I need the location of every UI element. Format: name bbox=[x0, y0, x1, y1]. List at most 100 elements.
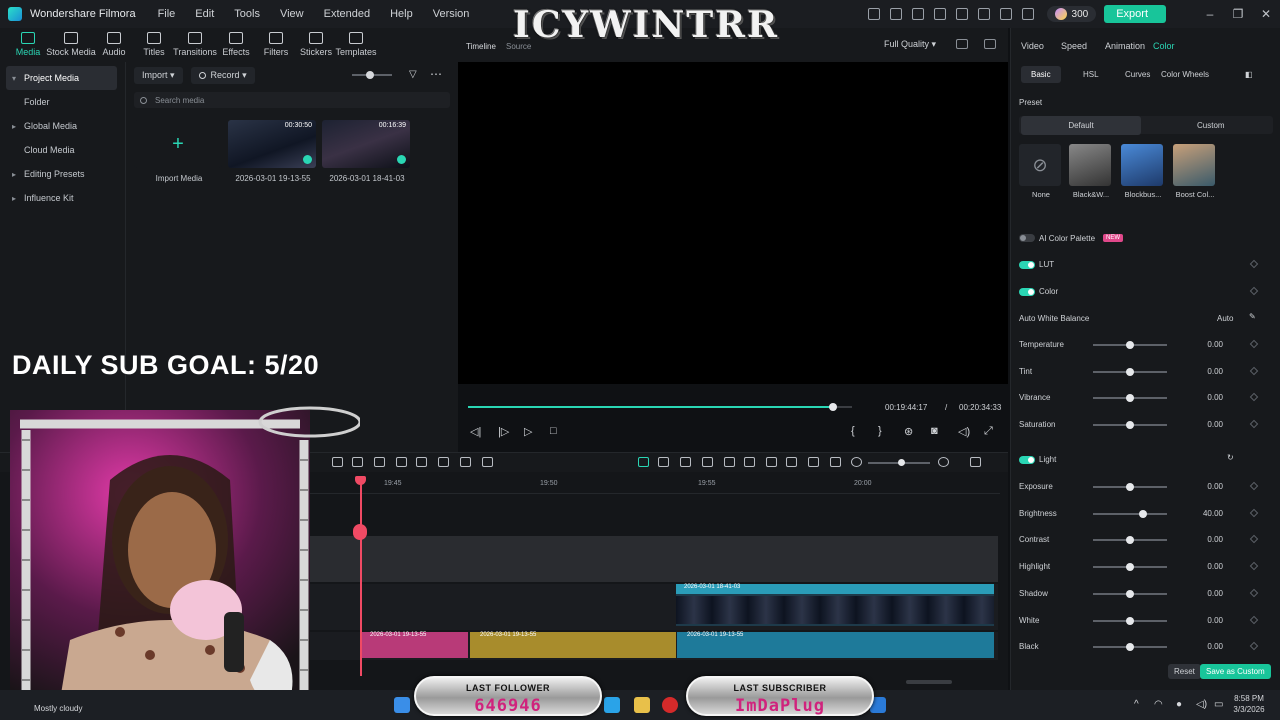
audio-clip[interactable]: 2026-03-01 19-13-55 bbox=[677, 632, 994, 658]
slider-handle[interactable] bbox=[1126, 421, 1134, 430]
menu-edit[interactable]: Edit bbox=[195, 8, 214, 20]
video-clip[interactable]: 2026-03-01 18-41-03 bbox=[676, 584, 994, 626]
gear-icon[interactable] bbox=[999, 8, 1012, 20]
slider-value[interactable]: 0.00 bbox=[1191, 420, 1223, 429]
keyframe-icon[interactable] bbox=[1249, 259, 1259, 269]
ai-palette-toggle[interactable] bbox=[1019, 234, 1035, 242]
preset-boost-color[interactable]: Boost Col... bbox=[1173, 144, 1217, 199]
menu-tools[interactable]: Tools bbox=[234, 8, 260, 20]
slider-value[interactable]: 0.00 bbox=[1191, 562, 1223, 571]
credits-badge[interactable]: 300 bbox=[1046, 6, 1097, 22]
slider-handle[interactable] bbox=[1126, 589, 1134, 598]
tool-templates[interactable]: Templates bbox=[335, 28, 377, 62]
opera-icon[interactable] bbox=[662, 697, 678, 713]
color-toggle[interactable] bbox=[1019, 288, 1035, 296]
sidebar-item-influence-kit[interactable]: ▸ Influence Kit bbox=[0, 186, 125, 210]
slider-handle[interactable] bbox=[1139, 509, 1148, 518]
keyframe-icon[interactable] bbox=[1249, 339, 1259, 349]
step-play-icon[interactable]: |▷ bbox=[498, 425, 509, 438]
prev-frame-icon[interactable]: ◁| bbox=[470, 425, 481, 438]
keyframe-icon[interactable] bbox=[1249, 508, 1259, 517]
bell-icon[interactable] bbox=[1021, 8, 1034, 20]
menu-view[interactable]: View bbox=[280, 8, 304, 20]
exposure-slider[interactable] bbox=[1093, 483, 1167, 491]
preset-tab-custom[interactable]: Custom bbox=[1197, 121, 1225, 130]
brightness-slider[interactable] bbox=[1093, 509, 1167, 518]
tab-video[interactable]: Video bbox=[1021, 41, 1044, 51]
battery-icon[interactable]: ▭ bbox=[1214, 699, 1223, 710]
sidebar-item-editing-presets[interactable]: ▸ Editing Presets bbox=[0, 162, 125, 186]
keyframe-icon[interactable] bbox=[1249, 588, 1259, 598]
slider-handle[interactable] bbox=[1126, 536, 1134, 545]
playhead[interactable] bbox=[360, 478, 362, 676]
audio-clip[interactable]: 2026-03-01 19-13-55 bbox=[360, 632, 468, 658]
wifi-icon[interactable]: ◠ bbox=[1154, 699, 1163, 710]
slider-value[interactable]: 0.00 bbox=[1191, 589, 1223, 598]
zoom-icon[interactable] bbox=[374, 457, 385, 467]
close-icon[interactable]: ✕ bbox=[1252, 7, 1280, 21]
snapshot-icon[interactable] bbox=[984, 39, 996, 49]
import-dropdown[interactable]: Import ▾ bbox=[134, 66, 183, 84]
slider-value[interactable]: 0.00 bbox=[1191, 340, 1223, 349]
send-icon[interactable] bbox=[889, 8, 902, 20]
keyframe-icon[interactable] bbox=[1249, 286, 1259, 296]
fullscreen-icon[interactable]: ⤢ bbox=[984, 425, 993, 438]
subtab-color-wheels[interactable]: Color Wheels bbox=[1161, 70, 1209, 79]
menu-help[interactable]: Help bbox=[390, 8, 413, 20]
restore-icon[interactable]: ❐ bbox=[1224, 7, 1252, 21]
slider-handle[interactable] bbox=[1126, 394, 1134, 403]
preview-screen[interactable] bbox=[458, 62, 1008, 384]
microphone-tray-icon[interactable]: ● bbox=[1176, 699, 1182, 710]
keyframe-icon[interactable] bbox=[1249, 481, 1259, 491]
highlight-slider[interactable] bbox=[1093, 563, 1167, 572]
timeline-zoom-slider[interactable] bbox=[868, 459, 930, 466]
audio-clip[interactable]: 2026-03-01 19-13-55 bbox=[470, 632, 676, 658]
timeline-scrollbar[interactable] bbox=[906, 680, 952, 684]
windows-start-icon[interactable] bbox=[394, 697, 410, 713]
file-explorer-icon[interactable] bbox=[634, 697, 650, 713]
timeline-ruler[interactable]: 19:45 19:50 19:55 20:00 bbox=[310, 472, 1000, 494]
keyframe-icon[interactable] bbox=[1249, 615, 1259, 624]
keyframe-icon[interactable] bbox=[1249, 641, 1259, 651]
import-media-tile[interactable]: + Import Media bbox=[134, 120, 224, 183]
copilot-icon[interactable] bbox=[604, 697, 620, 713]
layout-grid-icon[interactable] bbox=[970, 457, 981, 467]
slider-value[interactable]: 0.00 bbox=[1191, 367, 1223, 376]
eyedropper-icon[interactable]: ✎ bbox=[1249, 312, 1256, 321]
menu-extended[interactable]: Extended bbox=[324, 8, 370, 20]
sidebar-item-folder[interactable]: Folder bbox=[0, 90, 125, 114]
export-button[interactable]: Export bbox=[1104, 5, 1166, 23]
marker-icon[interactable] bbox=[744, 457, 755, 467]
white-slider[interactable] bbox=[1093, 616, 1167, 625]
slider-handle[interactable] bbox=[1126, 341, 1134, 349]
grid-icon[interactable] bbox=[956, 39, 968, 49]
slider-handle[interactable] bbox=[1126, 563, 1134, 572]
slider-handle[interactable] bbox=[1126, 643, 1134, 652]
weather-widget[interactable]: Mostly cloudy bbox=[34, 704, 82, 713]
slider-handle[interactable] bbox=[1126, 367, 1134, 376]
reset-light-icon[interactable]: ↻ bbox=[1227, 453, 1234, 462]
transition-tl-icon[interactable] bbox=[702, 457, 713, 467]
stop-icon[interactable]: □ bbox=[550, 425, 557, 437]
quality-dropdown[interactable]: Full Quality ▾ bbox=[884, 39, 936, 50]
image-icon[interactable] bbox=[955, 8, 968, 20]
zoom-out-icon[interactable] bbox=[851, 457, 862, 467]
menu-file[interactable]: File bbox=[158, 8, 176, 20]
tool-media[interactable]: Media bbox=[8, 28, 48, 62]
black-slider[interactable] bbox=[1093, 643, 1167, 652]
stabilize-icon[interactable] bbox=[460, 457, 471, 467]
slider-value[interactable]: 0.00 bbox=[1191, 616, 1223, 625]
slider-value[interactable]: 40.00 bbox=[1191, 509, 1223, 518]
sidebar-item-global-media[interactable]: ▸ Global Media bbox=[0, 114, 125, 138]
layout-icon[interactable] bbox=[933, 8, 946, 20]
sidebar-item-cloud-media[interactable]: Cloud Media bbox=[0, 138, 125, 162]
speaker-icon[interactable]: ◁) bbox=[1196, 699, 1207, 710]
gift-icon[interactable] bbox=[867, 8, 880, 20]
tool-transitions[interactable]: Transitions bbox=[173, 28, 217, 62]
preset-tab-default[interactable]: Default bbox=[1021, 116, 1141, 135]
color-match-icon[interactable] bbox=[416, 457, 427, 467]
preset-blockbuster[interactable]: Blockbus... bbox=[1121, 144, 1165, 199]
contrast-slider[interactable] bbox=[1093, 536, 1167, 545]
screen-record-icon[interactable] bbox=[808, 457, 819, 467]
slider-handle[interactable] bbox=[1126, 483, 1134, 491]
